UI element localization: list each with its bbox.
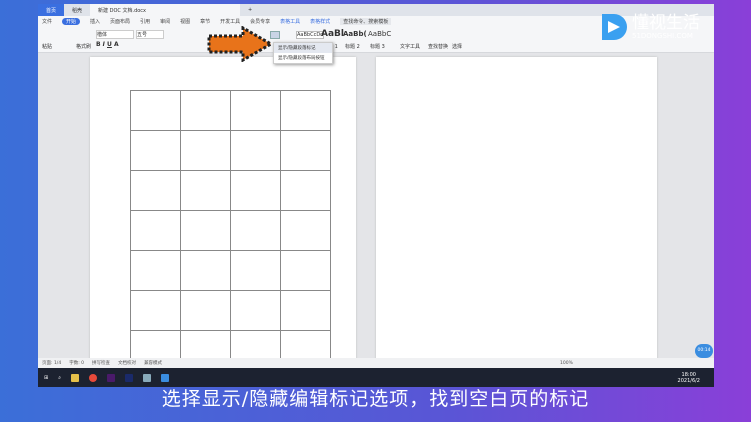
spell-check[interactable]: 拼写检查 <box>92 360 110 366</box>
taskbar: ⊞ ⌕ 18:00 2021/6/2 <box>38 368 714 387</box>
page-1 <box>90 57 356 368</box>
style-label: 标题 2 <box>345 44 360 50</box>
select-button[interactable]: 选择 <box>452 43 462 50</box>
explorer-icon[interactable] <box>71 373 80 382</box>
bold-button[interactable]: B I U A <box>96 41 119 48</box>
logo: 懂视生活 51DONGSHI.COM <box>600 12 700 42</box>
tab-daoke[interactable]: 稻壳 <box>64 4 90 16</box>
paste-button[interactable]: 粘贴 <box>42 43 52 50</box>
menu-file[interactable]: 文件 <box>42 18 52 25</box>
app-icon[interactable] <box>143 373 152 382</box>
page-count: 页面: 1/4 <box>42 361 62 366</box>
word-count: 字数: 0 <box>69 361 85 366</box>
clock-date: 2021/6/2 <box>677 377 700 384</box>
compat-mode: 兼容模式 <box>144 361 163 366</box>
chrome-icon[interactable] <box>89 373 98 382</box>
menu-insert[interactable]: 插入 <box>90 18 100 25</box>
menu-reference[interactable]: 引用 <box>140 18 150 25</box>
windows-start-icon[interactable]: ⊞ <box>44 375 48 381</box>
premiere-icon[interactable] <box>107 373 116 382</box>
photoshop-icon[interactable] <box>125 373 134 382</box>
menu-member[interactable]: 会员专享 <box>250 18 270 25</box>
style-label: 标题 3 <box>370 44 385 50</box>
dropdown-item-paragraph-marks[interactable]: 显示/隐藏段落标记 <box>274 43 332 53</box>
style-h3[interactable]: AaBbC <box>368 30 391 38</box>
arrow-pointer-icon <box>207 26 275 62</box>
wps-window: 首页 稻壳 新建 DOC 文档.docx + 文件 开始 插入 页面布局 引用 … <box>38 4 714 368</box>
zoom-level[interactable]: 100% <box>560 361 573 366</box>
menu-layout[interactable]: 页面布局 <box>110 18 130 25</box>
text-tools-button[interactable]: 文字工具 <box>400 43 420 50</box>
menu-table-tools[interactable]: 表格工具 <box>280 18 300 25</box>
page-2 <box>376 57 657 367</box>
status-bar: 页面: 1/4 字数: 0 拼写检查 文档校对 兼容模式 100% <box>38 358 714 368</box>
menu-review[interactable]: 审阅 <box>160 18 170 25</box>
table[interactable] <box>130 90 331 368</box>
logo-domain: 51DONGSHI.COM <box>632 32 693 40</box>
new-tab-button[interactable]: + <box>240 4 260 16</box>
font-select[interactable]: 楷体 <box>96 30 134 39</box>
menu-view[interactable]: 视图 <box>180 18 190 25</box>
show-marks-dropdown: 显示/隐藏段落标记 显示/隐藏段落布局按钮 <box>273 42 333 64</box>
search-icon[interactable]: ⌕ <box>58 375 61 381</box>
tab-document[interactable]: 新建 DOC 文档.docx <box>90 4 241 16</box>
menu-table-style[interactable]: 表格样式 <box>310 18 330 25</box>
document-area <box>38 53 714 368</box>
format-painter-button[interactable]: 格式刷 <box>76 43 91 50</box>
font-size-select[interactable]: 五号 <box>136 30 164 39</box>
tab-home[interactable]: 首页 <box>38 4 65 16</box>
timer-badge: 00:14 <box>695 344 713 358</box>
clock: 18:00 2021/6/2 <box>678 372 714 384</box>
find-replace-button[interactable]: 查找替换 <box>428 43 448 50</box>
menu-chapter[interactable]: 章节 <box>200 18 210 25</box>
style-h1[interactable]: AaBl <box>321 29 344 39</box>
logo-play-icon <box>602 14 627 40</box>
subtitle-caption: 选择显示/隐藏编辑标记选项，找到空白页的标记 <box>161 388 590 410</box>
proofread[interactable]: 文档校对 <box>118 360 136 366</box>
search-input[interactable]: 查找命令、搜索模板 <box>340 18 392 25</box>
menu-devtools[interactable]: 开发工具 <box>220 18 240 25</box>
dropdown-item-layout-button[interactable]: 显示/隐藏段落布局按钮 <box>274 53 332 63</box>
style-h2[interactable]: AaBb( <box>343 30 367 38</box>
logo-name: 懂视生活 <box>632 13 700 33</box>
wps-icon[interactable] <box>161 373 170 382</box>
menu-start[interactable]: 开始 <box>62 18 81 25</box>
